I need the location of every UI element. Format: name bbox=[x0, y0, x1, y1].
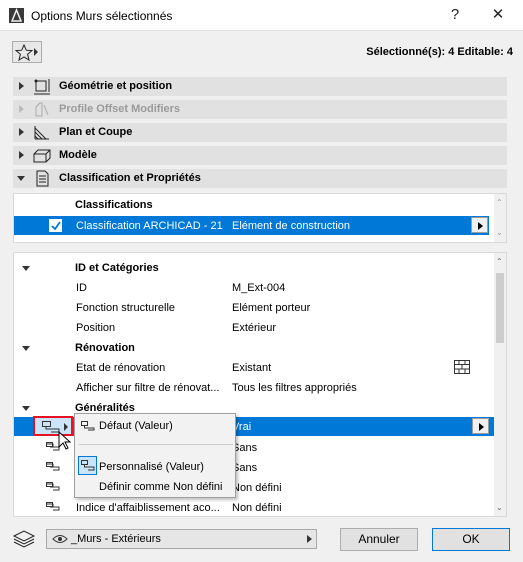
menu-item-label: Définir comme Non défini bbox=[99, 481, 223, 493]
link-icon[interactable] bbox=[46, 502, 60, 512]
section-collapse-icon[interactable] bbox=[22, 266, 30, 271]
prop-value-renovation-filter[interactable]: Tous les filtres appropriés bbox=[232, 382, 357, 394]
scroll-down-icon[interactable]: ⌄ bbox=[496, 503, 503, 512]
star-icon bbox=[15, 44, 33, 61]
scroll-up-icon[interactable]: ⌃ bbox=[496, 198, 503, 207]
link-icon[interactable] bbox=[46, 462, 60, 472]
prop-value-position[interactable]: Extérieur bbox=[232, 322, 276, 334]
classification-system: Classification ARCHICAD - 21 bbox=[76, 220, 223, 232]
value-menu-button[interactable] bbox=[472, 418, 489, 434]
dropdown-arrow-icon bbox=[307, 535, 312, 543]
panel-model[interactable]: Modèle bbox=[13, 146, 507, 165]
ok-button[interactable]: OK bbox=[432, 528, 510, 551]
menu-item-undefined[interactable]: Définir comme Non défini bbox=[75, 477, 235, 497]
mouse-cursor-icon bbox=[58, 431, 72, 450]
brick-wall-icon bbox=[454, 360, 470, 374]
panel-label: Plan et Coupe bbox=[59, 126, 133, 138]
scroll-up-icon[interactable]: ⌃ bbox=[496, 257, 503, 266]
prop-label-position: Position bbox=[76, 322, 116, 334]
prop-value-renovation-status[interactable]: Existant bbox=[232, 362, 271, 374]
favorites-button[interactable] bbox=[12, 41, 42, 63]
archicad-app-icon bbox=[9, 8, 24, 23]
expand-arrow-icon bbox=[19, 105, 24, 113]
window-title: Options Murs sélectionnés bbox=[31, 9, 173, 23]
selection-count: Sélectionné(s): 4 Editable: 4 bbox=[366, 46, 513, 58]
section-heading-id: ID et Catégories bbox=[75, 262, 159, 274]
plan-section-icon bbox=[34, 126, 49, 140]
section-heading-renovation: Rénovation bbox=[75, 342, 135, 354]
collapse-arrow-icon bbox=[17, 176, 25, 181]
layer-dropdown[interactable]: _Murs - Extérieurs bbox=[46, 529, 317, 549]
panel-geometry[interactable]: Géométrie et position bbox=[13, 77, 507, 96]
classification-checkbox[interactable] bbox=[49, 219, 62, 232]
expand-arrow-icon bbox=[19, 151, 24, 159]
menu-item-default[interactable]: Défaut (Valeur) bbox=[75, 416, 235, 436]
prop-value-general-4[interactable]: Non défini bbox=[232, 482, 282, 494]
panel-plan-section[interactable]: Plan et Coupe bbox=[13, 123, 507, 142]
close-button[interactable]: ✕ bbox=[481, 4, 515, 26]
link-icon bbox=[81, 460, 95, 471]
panel-label: Modèle bbox=[59, 149, 97, 161]
prop-value-id[interactable]: M_Ext-004 bbox=[232, 282, 285, 294]
layers-icon bbox=[12, 530, 36, 548]
title-bar: Options Murs sélectionnés ? ✕ bbox=[0, 0, 523, 31]
prop-label-renovation-status: Etat de rénovation bbox=[76, 362, 166, 374]
prop-label-acoustic-index: Indice d'affaiblissement aco... bbox=[76, 502, 220, 514]
classification-icon bbox=[36, 170, 49, 187]
prop-value-acoustic-index[interactable]: Non défini bbox=[232, 502, 282, 514]
checkmark-icon bbox=[51, 221, 61, 231]
classification-row[interactable]: Classification ARCHICAD - 21 Elément de … bbox=[14, 216, 489, 235]
section-collapse-icon[interactable] bbox=[22, 406, 30, 411]
menu-separator bbox=[79, 444, 233, 445]
layer-name: _Murs - Extérieurs bbox=[71, 533, 161, 545]
prop-label-id: ID bbox=[76, 282, 87, 294]
menu-item-label: Personnalisé (Valeur) bbox=[99, 461, 204, 473]
scroll-down-icon[interactable]: ⌄ bbox=[496, 228, 503, 237]
properties-scrollbar[interactable]: ⌃ ⌄ bbox=[494, 253, 506, 516]
link-options-menu: Défaut (Valeur) Personnalisé (Valeur) Dé… bbox=[74, 413, 236, 498]
section-collapse-icon[interactable] bbox=[22, 346, 30, 351]
classifications-panel: Classifications Classification ARCHICAD … bbox=[13, 193, 507, 243]
classification-menu-button[interactable] bbox=[471, 217, 488, 233]
geometry-icon bbox=[34, 79, 50, 95]
prop-value-structural-function[interactable]: Elément porteur bbox=[232, 302, 310, 314]
panel-label: Classification et Propriétés bbox=[59, 172, 201, 184]
profile-offset-icon bbox=[35, 102, 49, 117]
favorites-arrow-icon bbox=[34, 48, 38, 56]
custom-icon-frame bbox=[78, 456, 97, 475]
link-icon bbox=[81, 421, 95, 431]
expand-arrow-icon bbox=[19, 82, 24, 90]
menu-item-custom[interactable]: Personnalisé (Valeur) bbox=[75, 456, 235, 476]
panel-label: Profile Offset Modifiers bbox=[59, 103, 181, 115]
help-button[interactable]: ? bbox=[438, 4, 472, 26]
prop-label-renovation-filter: Afficher sur filtre de rénovat... bbox=[76, 382, 220, 394]
panel-label: Géométrie et position bbox=[59, 80, 173, 92]
classifications-scrollbar[interactable]: ⌃ ⌄ bbox=[494, 194, 506, 242]
eye-icon bbox=[52, 535, 68, 543]
menu-item-label: Défaut (Valeur) bbox=[99, 420, 173, 432]
classifications-heading: Classifications bbox=[75, 199, 153, 211]
dropdown-arrow-icon bbox=[64, 423, 68, 431]
cancel-button[interactable]: Annuler bbox=[340, 528, 418, 551]
expand-arrow-icon bbox=[19, 128, 24, 136]
prop-label-structural-function: Fonction structurelle bbox=[76, 302, 176, 314]
classification-value: Elément de construction bbox=[232, 220, 351, 232]
model-icon bbox=[33, 149, 51, 163]
panel-profile-offset: Profile Offset Modifiers bbox=[13, 100, 507, 119]
panel-classification[interactable]: Classification et Propriétés bbox=[13, 169, 507, 188]
link-icon[interactable] bbox=[46, 482, 60, 492]
scroll-thumb[interactable] bbox=[496, 273, 504, 343]
